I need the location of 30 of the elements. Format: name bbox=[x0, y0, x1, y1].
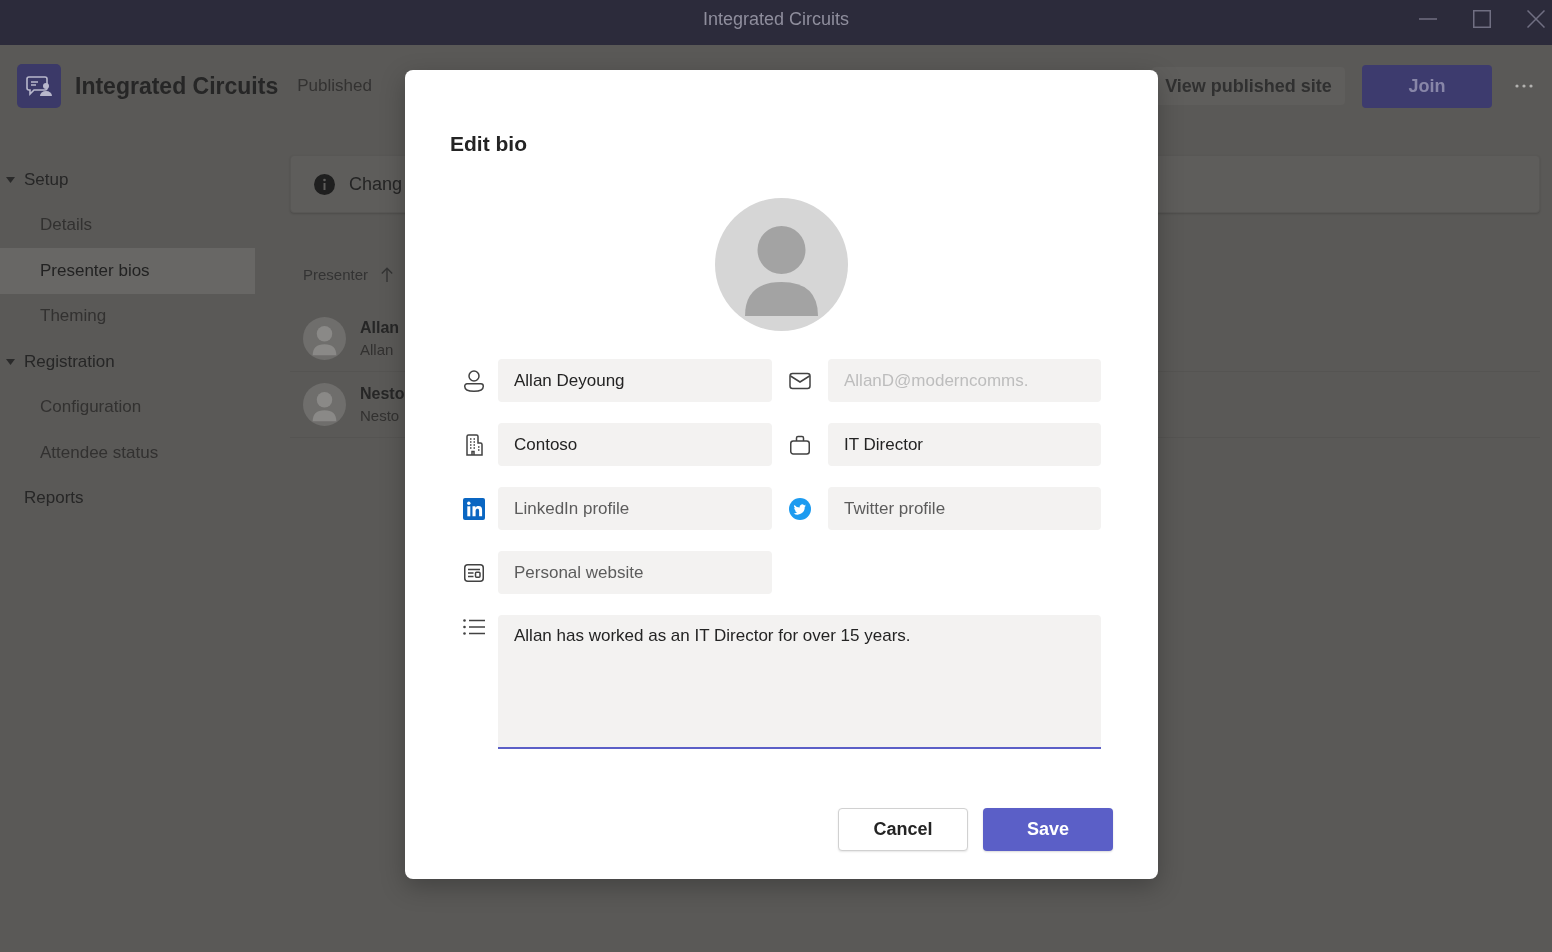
avatar-icon bbox=[303, 317, 346, 360]
sidebar-item[interactable]: Presenter bios bbox=[0, 248, 255, 294]
maximize-icon[interactable] bbox=[1473, 9, 1491, 28]
dialog-button[interactable]: Save bbox=[983, 808, 1113, 851]
info-icon bbox=[314, 173, 335, 195]
input-field[interactable]: LinkedIn profile bbox=[498, 487, 772, 530]
avatar-icon bbox=[303, 383, 346, 426]
minimize-icon[interactable] bbox=[1419, 17, 1437, 20]
website-icon bbox=[463, 561, 485, 584]
list-icon bbox=[463, 619, 485, 635]
input-field[interactable]: Contoso bbox=[498, 423, 772, 466]
more-icon[interactable] bbox=[1515, 84, 1533, 88]
twitter-icon bbox=[789, 497, 811, 520]
banner-text: Chang bbox=[349, 173, 403, 195]
linkedin-icon bbox=[463, 497, 485, 520]
close-icon[interactable] bbox=[1527, 9, 1545, 28]
header-button[interactable]: Join bbox=[1362, 64, 1492, 108]
avatar-icon bbox=[715, 198, 848, 331]
building-icon bbox=[463, 433, 485, 456]
dialog-title: Edit bio bbox=[450, 132, 527, 156]
person-icon bbox=[463, 369, 485, 392]
input-field[interactable]: Twitter profile bbox=[828, 487, 1101, 530]
briefcase-icon bbox=[789, 433, 811, 456]
dialog-button[interactable]: Cancel bbox=[838, 808, 968, 851]
app-icon bbox=[17, 64, 61, 108]
input-field[interactable]: Allan Deyoung bbox=[498, 359, 772, 402]
text-area-field[interactable]: Allan has worked as an IT Director for over 15 years. bbox=[498, 615, 1101, 749]
input-field[interactable]: IT Director bbox=[828, 423, 1101, 466]
input-field[interactable]: Personal website bbox=[498, 551, 772, 594]
window-title: Integrated Circuits bbox=[702, 9, 850, 30]
